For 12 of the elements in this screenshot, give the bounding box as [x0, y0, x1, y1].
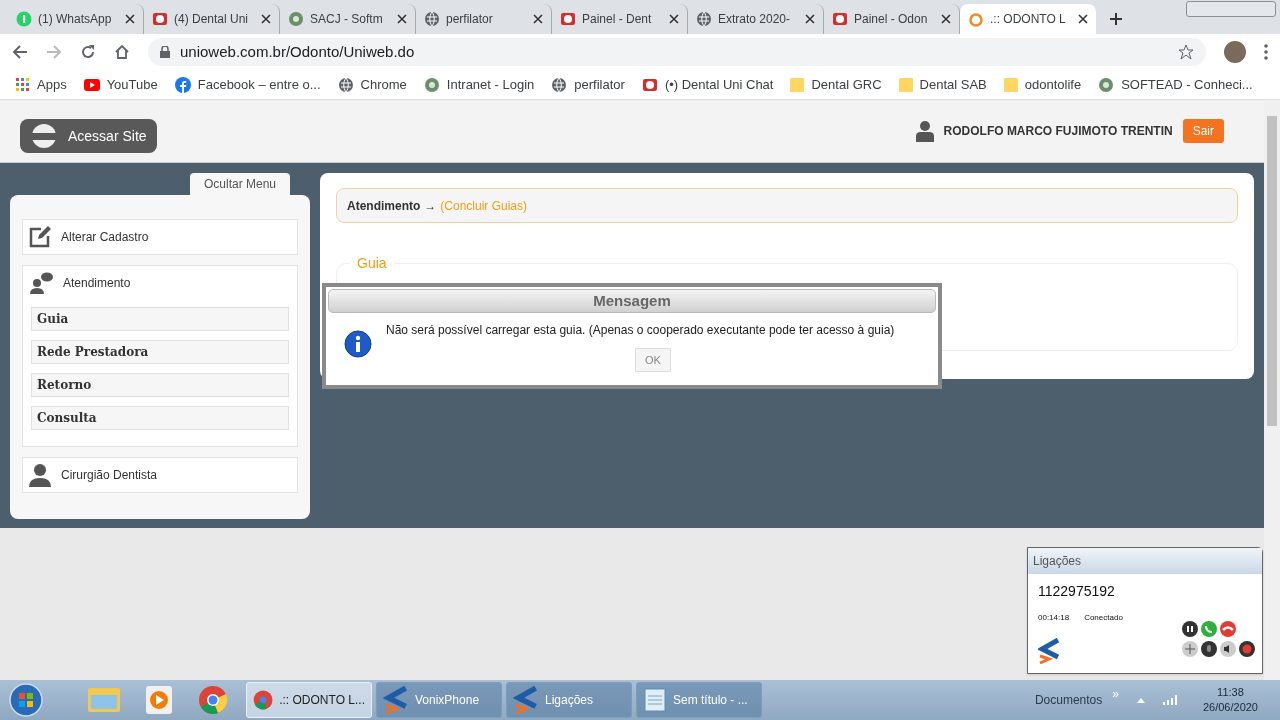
- dialog-title: Mensagem: [328, 289, 936, 313]
- url-text: unioweb.com.br/Odonto/Uniweb.do: [180, 41, 415, 62]
- widget-title: Ligações: [1028, 548, 1262, 574]
- clock-time: 11:38: [1217, 685, 1244, 700]
- breadcrumb-arrow: →: [424, 197, 437, 215]
- clock-date: 26/06/2020: [1202, 700, 1258, 715]
- user-name: RODOLFO MARCO FUJIMOTO TRENTIN: [943, 123, 1173, 140]
- dialog-message: Não será possível carregar esta guia. (Apenas o cooperado executante pode ter acesso à guia): [386, 322, 895, 339]
- phone-number: 1122975192: [1037, 582, 1116, 601]
- call-duration: 00:14:18: [1038, 612, 1070, 624]
- breadcrumb-text: Atendimento: [347, 197, 421, 215]
- call-status: Conectado: [1084, 612, 1123, 624]
